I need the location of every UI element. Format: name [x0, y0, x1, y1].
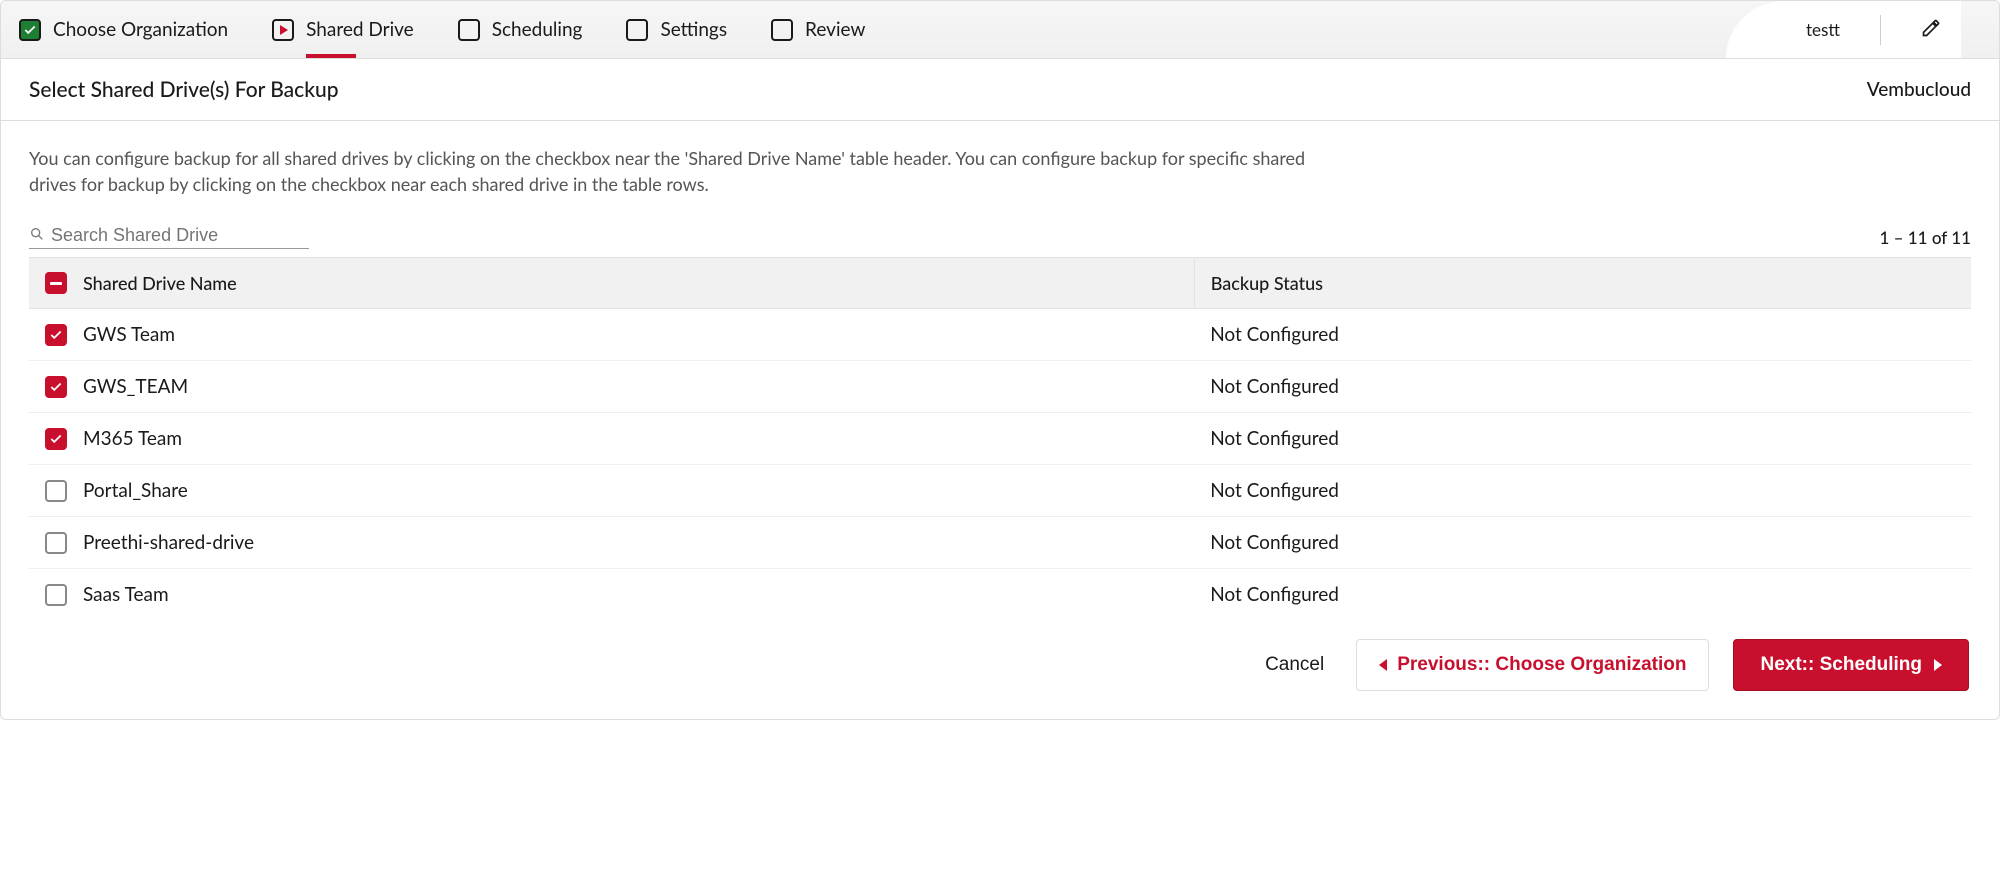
drive-name: Portal_Share	[83, 479, 188, 502]
job-name-tab: testt	[1726, 1, 1981, 58]
backup-status: Not Configured	[1194, 465, 1971, 517]
wizard-step-review[interactable]: Review	[771, 18, 865, 41]
backup-status: Not Configured	[1194, 309, 1971, 361]
wizard-step-choose-org[interactable]: Choose Organization	[19, 18, 228, 41]
row-checkbox[interactable]	[45, 324, 67, 346]
wizard-step-scheduling[interactable]: Scheduling	[458, 18, 583, 41]
column-header-status: Backup Status	[1194, 258, 1971, 309]
wizard-step-label: Settings	[660, 18, 727, 41]
wizard-step-label: Scheduling	[492, 18, 583, 41]
next-button-label: Next:: Scheduling	[1760, 654, 1922, 676]
cancel-button[interactable]: Cancel	[1257, 644, 1332, 686]
wizard-step-label: Shared Drive	[306, 18, 414, 41]
table-row: Saas Team Not Configured	[29, 569, 1971, 618]
checkbox-icon	[626, 19, 648, 41]
chevron-left-icon	[1379, 659, 1387, 671]
table-row: Portal_Share Not Configured	[29, 465, 1971, 517]
table-row: Preethi-shared-drive Not Configured	[29, 517, 1971, 569]
previous-button[interactable]: Previous:: Choose Organization	[1356, 639, 1709, 691]
check-icon	[19, 19, 41, 41]
job-name-label: testt	[1806, 19, 1840, 40]
page-title: Select Shared Drive(s) For Backup	[29, 77, 339, 102]
table-row: M365 Team Not Configured	[29, 413, 1971, 465]
wizard-step-label: Review	[805, 18, 865, 41]
drive-name: GWS_TEAM	[83, 375, 188, 398]
drive-name: Saas Team	[83, 583, 169, 606]
drive-name: GWS Team	[83, 323, 175, 346]
drive-name: Preethi-shared-drive	[83, 531, 254, 554]
edit-job-name-icon[interactable]	[1921, 18, 1941, 42]
row-checkbox[interactable]	[45, 532, 67, 554]
row-checkbox[interactable]	[45, 584, 67, 606]
shared-drive-table[interactable]: Shared Drive Name Backup Status GWS Team…	[29, 257, 1971, 617]
row-checkbox[interactable]	[45, 480, 67, 502]
wizard-steps-bar: Choose Organization Shared Drive Schedulin…	[1, 1, 1999, 59]
play-icon	[272, 19, 294, 41]
search-shared-drive[interactable]	[29, 225, 309, 249]
backup-status: Not Configured	[1194, 569, 1971, 618]
table-row: GWS_TEAM Not Configured	[29, 361, 1971, 413]
org-name-label: Vembucloud	[1867, 78, 1971, 101]
pagination-range: 1 – 11 of 11	[1880, 227, 1972, 248]
drive-name: M365 Team	[83, 427, 182, 450]
wizard-step-settings[interactable]: Settings	[626, 18, 727, 41]
table-row: GWS Team Not Configured	[29, 309, 1971, 361]
backup-status: Not Configured	[1194, 361, 1971, 413]
backup-status: Not Configured	[1194, 413, 1971, 465]
column-header-name: Shared Drive Name	[83, 272, 237, 294]
search-input[interactable]	[51, 225, 309, 246]
next-button[interactable]: Next:: Scheduling	[1733, 639, 1969, 691]
select-all-checkbox[interactable]	[45, 272, 67, 294]
backup-status: Not Configured	[1194, 517, 1971, 569]
wizard-step-label: Choose Organization	[53, 18, 228, 41]
help-text: You can configure backup for all shared …	[29, 145, 1329, 197]
divider	[1880, 15, 1881, 45]
checkbox-icon	[458, 19, 480, 41]
search-icon	[29, 225, 45, 246]
checkbox-icon	[771, 19, 793, 41]
chevron-right-icon	[1934, 659, 1942, 671]
row-checkbox[interactable]	[45, 428, 67, 450]
previous-button-label: Previous:: Choose Organization	[1397, 654, 1686, 676]
row-checkbox[interactable]	[45, 376, 67, 398]
wizard-step-shared-drive[interactable]: Shared Drive	[272, 18, 414, 41]
